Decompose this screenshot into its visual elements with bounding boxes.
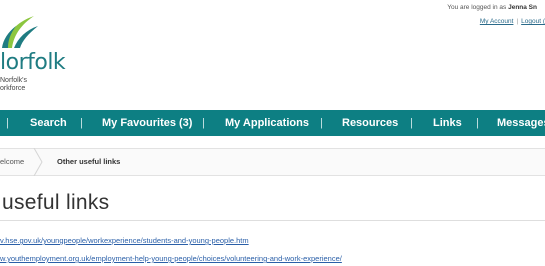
nav-item-my-favourites[interactable]: My Favourites (3) [102, 117, 192, 129]
useful-link-hse[interactable]: v.hse.gov.uk/youngpeople/workexperience/… [0, 236, 249, 245]
nav-separator: | [410, 117, 413, 129]
logout-link[interactable]: Logout ( [521, 18, 545, 25]
page-title: useful links [2, 191, 110, 214]
nav-item-links[interactable]: Links [433, 117, 462, 129]
nav-item-resources[interactable]: Resources [342, 117, 398, 129]
logo-tagline-line2: orkforce [0, 85, 26, 92]
breadcrumb-home[interactable]: elcome [0, 157, 24, 166]
nav-separator: | [476, 117, 479, 129]
user-name: Jenna Sn [508, 4, 537, 11]
nav-item-messages[interactable]: Messages [497, 117, 545, 129]
site-logo[interactable]: lorfolk Norfolk's orkforce [0, 14, 70, 100]
breadcrumb: elcome Other useful links [0, 148, 545, 176]
my-account-link[interactable]: My Account [480, 18, 514, 25]
logo-wordmark: lorfolk [0, 50, 66, 75]
nav-separator: | [80, 117, 83, 129]
logged-in-prefix: You are logged in as [447, 4, 507, 11]
chevron-right-icon [33, 148, 43, 176]
breadcrumb-current: Other useful links [57, 157, 121, 166]
logo-tagline: Norfolk's orkforce [0, 77, 27, 93]
nav-item-my-applications[interactable]: My Applications [225, 117, 309, 129]
nav-separator: | [320, 117, 323, 129]
logo-tagline-line1: Norfolk's [0, 77, 28, 84]
logged-in-status: You are logged in as Jenna Sn [447, 4, 537, 11]
main-navigation: | Search | My Favourites (3) | My Applic… [0, 110, 545, 136]
leaf-swoosh-icon [2, 16, 38, 48]
useful-link-youth-employment[interactable]: w.youthemployment.org.uk/employment-help… [0, 254, 342, 263]
title-divider [0, 220, 545, 221]
account-links-separator: | [516, 18, 519, 25]
nav-separator: | [202, 117, 205, 129]
nav-separator: | [6, 117, 9, 129]
account-links: My Account | Logout ( [480, 18, 545, 25]
nav-item-search[interactable]: Search [30, 117, 67, 129]
